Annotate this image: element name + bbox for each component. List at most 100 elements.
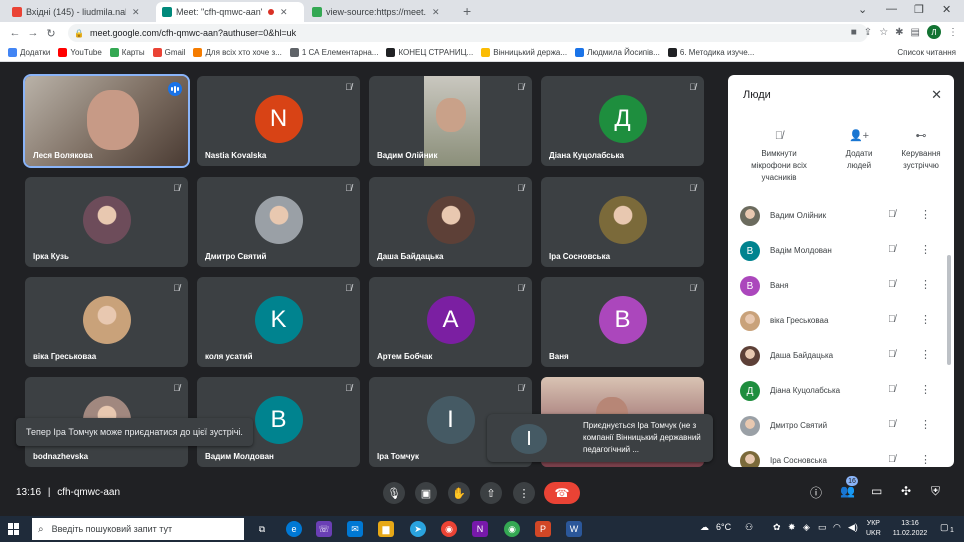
participant-tile[interactable]: A 🎙̸ Артем Бобчак <box>369 277 532 367</box>
language-indicator[interactable]: УКР UKR <box>866 519 881 539</box>
participant-row[interactable]: Даша Байдацька 🎙̸ ⋮ <box>740 346 944 366</box>
participant-row[interactable]: B Вадім Молдован 🎙̸ ⋮ <box>740 241 944 261</box>
info-icon[interactable]: ⓘ <box>810 484 822 501</box>
user-icon[interactable]: ⚇ <box>745 522 753 533</box>
tab-view-source[interactable]: view-source:https://meet.google.com ✕ <box>306 2 456 22</box>
bookmark-youtube[interactable]: YouTube <box>58 48 102 57</box>
menu-icon[interactable]: ⋮ <box>948 27 958 38</box>
scrollbar[interactable] <box>947 255 951 365</box>
participant-tile[interactable]: 🎙̸ Вадим Олійник <box>369 76 532 166</box>
raise-hand-button[interactable]: ✋ <box>448 482 470 504</box>
participant-tile[interactable]: 🎙̸ віка Греськоваа <box>25 277 188 367</box>
mic-off-icon[interactable]: 🎙̸ <box>888 384 896 395</box>
tray-app-icon[interactable]: ✸ <box>788 522 796 533</box>
tray-app-icon[interactable]: ◈ <box>803 522 810 533</box>
minimize-icon[interactable]: — <box>886 3 897 15</box>
mic-off-icon[interactable]: 🎙̸ <box>888 279 896 290</box>
more-options-icon[interactable]: ⋮ <box>920 418 931 431</box>
mail-icon[interactable]: ✉ <box>347 521 363 537</box>
participant-row[interactable]: Іра Сосновська 🎙̸ ⋮ <box>740 451 944 467</box>
leave-call-button[interactable]: ☎ <box>544 482 580 504</box>
participant-tile[interactable]: 🎙̸ Дмитро Святий <box>197 177 360 267</box>
chat-icon[interactable]: ▭ <box>871 484 882 498</box>
participant-tile[interactable]: K 🎙̸ коля усатий <box>197 277 360 367</box>
tab-meet[interactable]: Meet: "cfh-qmwc-aan" ✕ <box>156 2 304 22</box>
mic-off-icon[interactable]: 🎙̸ <box>888 454 896 465</box>
chevron-down-icon[interactable]: ⌄ <box>858 3 867 16</box>
bookmark-sa[interactable]: 1 СА Елементарна... <box>289 48 378 57</box>
telegram-icon[interactable]: ➤ <box>410 521 426 537</box>
star-icon[interactable]: ☆ <box>879 27 888 38</box>
onenote-icon[interactable]: N <box>472 521 488 537</box>
volume-icon[interactable]: ◀) <box>848 522 858 533</box>
more-options-icon[interactable]: ⋮ <box>920 208 931 221</box>
participant-tile[interactable]: B 🎙̸ Ваня <box>541 277 704 367</box>
windows-start-icon[interactable] <box>8 523 20 535</box>
camera-icon[interactable]: ■ <box>851 27 857 38</box>
viber-icon[interactable]: ☏ <box>316 521 332 537</box>
close-tab-icon[interactable]: ✕ <box>280 7 288 18</box>
mic-button[interactable]: 🎙 <box>383 482 405 504</box>
address-bar[interactable]: 🔒 meet.google.com/cfh-qmwc-aan?authuser=… <box>68 24 868 42</box>
close-tab-icon[interactable]: ✕ <box>432 7 440 18</box>
sidebar-icon[interactable]: ▤ <box>911 27 920 38</box>
more-options-icon[interactable]: ⋮ <box>920 313 931 326</box>
more-options-icon[interactable]: ⋮ <box>920 243 931 256</box>
notification-icon[interactable]: ▢ <box>940 522 949 533</box>
participant-tile[interactable]: N 🎙̸ Nastia Kovalska <box>197 76 360 166</box>
bookmark-lyudmyla[interactable]: Людмила Йосипів... <box>575 48 660 57</box>
join-request-popup[interactable]: І Приєднується Іра Томчук (не з компанії… <box>487 414 713 462</box>
more-options-button[interactable]: ⋮ <box>513 482 535 504</box>
present-button[interactable]: ⇧ <box>480 482 502 504</box>
bookmark-blog[interactable]: Для всіх хто хоче з... <box>193 48 282 57</box>
back-icon[interactable]: ← <box>6 27 24 39</box>
system-clock[interactable]: 13:16 11.02.2022 <box>892 519 928 539</box>
bookmark-wiki[interactable]: КОНЕЦ СТРАНИЦ... <box>386 48 473 57</box>
participant-tile[interactable]: 🎙̸ Даша Байдацька <box>369 177 532 267</box>
mic-off-icon[interactable]: 🎙̸ <box>888 419 896 430</box>
taskbar-search[interactable]: ⌕ Введіть пошуковий запит тут <box>32 518 244 540</box>
participant-tile[interactable]: 🎙̸ Ірка Кузь <box>25 177 188 267</box>
maximize-icon[interactable]: ❐ <box>914 3 924 16</box>
mic-off-icon[interactable]: 🎙̸ <box>888 349 896 360</box>
people-icon[interactable]: 👥 <box>840 484 855 498</box>
mute-all-button[interactable]: 🎙̸ Вимкнути мікрофони всіх учасників <box>744 130 814 184</box>
meeting-controls-button[interactable]: ⊷ Керування зустріччю <box>886 130 954 172</box>
bookmark-maps[interactable]: Карты <box>109 48 145 57</box>
task-view-icon[interactable]: ⧉ <box>254 521 270 537</box>
more-options-icon[interactable]: ⋮ <box>920 278 931 291</box>
more-options-icon[interactable]: ⋮ <box>920 453 931 466</box>
bookmark-vinnytsia[interactable]: Вінницький держа... <box>481 48 567 57</box>
reload-icon[interactable]: ↻ <box>42 27 60 40</box>
mic-off-icon[interactable]: 🎙̸ <box>888 314 896 325</box>
participant-tile[interactable]: Леся Волякова <box>23 74 190 168</box>
new-tab-icon[interactable]: + <box>463 3 471 19</box>
participant-row[interactable]: Вадим Олійник 🎙̸ ⋮ <box>740 206 944 226</box>
activities-icon[interactable]: ✣ <box>901 484 911 498</box>
chrome-icon[interactable]: ◉ <box>504 521 520 537</box>
mic-off-icon[interactable]: 🎙̸ <box>888 209 896 220</box>
close-window-icon[interactable]: ✕ <box>942 3 951 16</box>
word-icon[interactable]: W <box>566 521 582 537</box>
more-options-icon[interactable]: ⋮ <box>920 348 931 361</box>
close-tab-icon[interactable]: ✕ <box>132 7 140 18</box>
participant-tile[interactable]: Д 🎙̸ Діана Куцолабська <box>541 76 704 166</box>
participant-row[interactable]: Дмитро Святий 🎙̸ ⋮ <box>740 416 944 436</box>
participant-row[interactable]: Д Діана Куцолабська 🎙̸ ⋮ <box>740 381 944 401</box>
powerpoint-icon[interactable]: P <box>535 521 551 537</box>
profile-avatar[interactable]: Л <box>927 25 941 39</box>
add-people-button[interactable]: 👤+ Додати людей <box>824 130 894 172</box>
reading-list[interactable]: Список читання <box>897 48 956 57</box>
bookmark-method[interactable]: 6. Методика изуче... <box>667 48 754 57</box>
bookmark-gmail[interactable]: Gmail <box>152 48 185 57</box>
wifi-icon[interactable]: ◠ <box>833 522 841 533</box>
camera-button[interactable]: ▣ <box>415 482 437 504</box>
participant-row[interactable]: віка Греськоваа 🎙̸ ⋮ <box>740 311 944 331</box>
chrome-icon[interactable]: ◉ <box>441 521 457 537</box>
participant-row[interactable]: B Ваня 🎙̸ ⋮ <box>740 276 944 296</box>
tray-app-icon[interactable]: ✿ <box>773 522 781 533</box>
share-icon[interactable]: ⇪ <box>864 27 872 38</box>
network-icon[interactable]: ▭ <box>818 522 827 533</box>
bookmark-apps[interactable]: Додатки <box>8 48 50 57</box>
forward-icon[interactable]: → <box>24 27 42 39</box>
